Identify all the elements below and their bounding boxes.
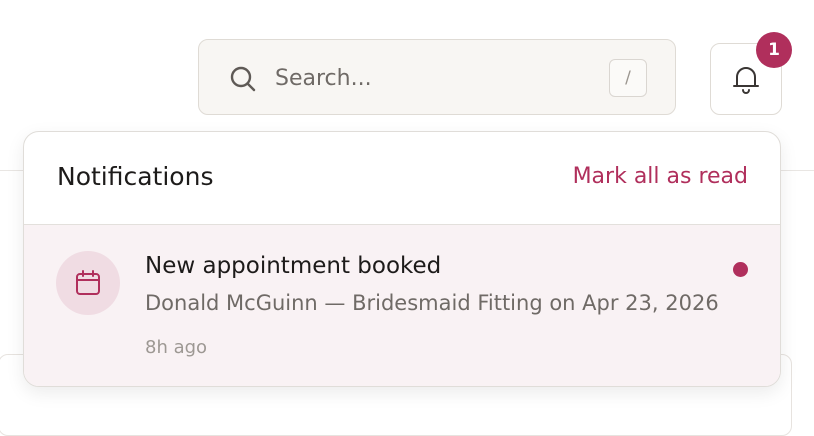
notifications-header: Notifications Mark all as read xyxy=(24,132,780,225)
bell-icon xyxy=(733,67,759,94)
notifications-title: Notifications xyxy=(57,162,214,191)
notification-body: Donald McGuinn — Bridesmaid Fitting on A… xyxy=(145,291,719,315)
unread-indicator xyxy=(733,262,748,277)
notification-title: New appointment booked xyxy=(145,253,442,279)
notification-count-badge: 1 xyxy=(756,32,792,68)
calendar-icon xyxy=(76,270,100,295)
mark-all-read-button[interactable]: Mark all as read xyxy=(573,164,748,189)
search-icon xyxy=(230,66,256,92)
search-shortcut-key: / xyxy=(609,59,647,97)
search-bar[interactable]: / xyxy=(198,39,676,115)
search-input[interactable] xyxy=(275,62,585,94)
notification-time: 8h ago xyxy=(145,337,208,358)
notifications-panel: Notifications Mark all as read New appoi… xyxy=(23,131,781,387)
notification-icon-circle xyxy=(56,251,120,315)
notification-item[interactable]: New appointment booked Donald McGuinn — … xyxy=(24,225,780,386)
